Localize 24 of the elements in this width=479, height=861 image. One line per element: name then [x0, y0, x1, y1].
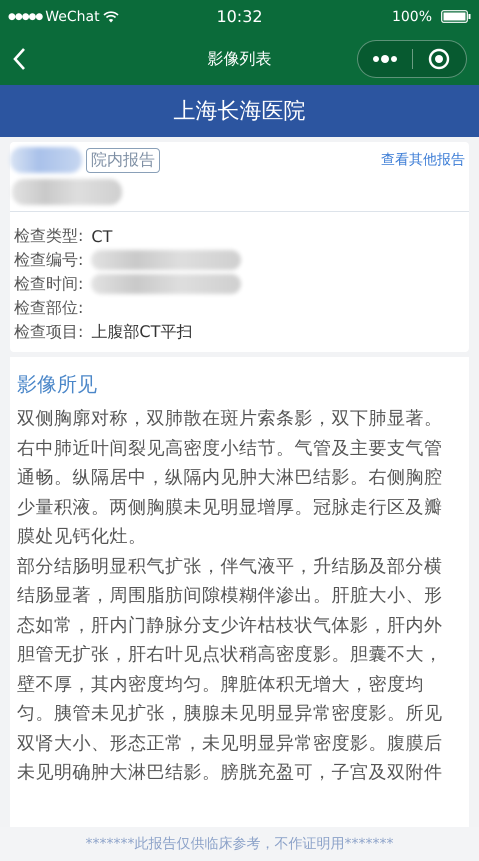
battery-icon: [441, 10, 471, 23]
report-tag: 院内报告: [86, 148, 160, 172]
wifi-icon: [102, 10, 119, 22]
signal-dots: ●●●●●: [8, 12, 42, 22]
field-value: 上腹部CT平扫: [91, 322, 192, 342]
dots-icon: [372, 54, 398, 64]
target-icon: [428, 48, 450, 70]
redacted-block: [10, 147, 82, 173]
field-label: 检查部位:: [14, 298, 84, 318]
hospital-name: 上海长海医院: [174, 98, 306, 126]
clock-time: 10:32: [216, 7, 263, 26]
field-label: 检查时间:: [14, 274, 84, 294]
section-title: 影像所见: [17, 371, 98, 398]
field-value: CT: [91, 226, 112, 246]
field-label: 检查类型:: [14, 226, 84, 246]
findings-paragraph: 部分结肠明显积气扩张，伴气液平，升结肠及部分横结肠显著，周围脂肪间隙模糊伴渗出。肝脏大小、形态如常，肝内门静脉分支少许枯枝状气体影，肝内外胆管无扩张，肝右叶见点状稍高密度影。胆囊不大，壁不厚，其内密度均匀。脾脏体积无增大，密度均匀。胰管未见扩张，胰腺未见明显异常密度影。所见双肾大小、形态正常，未见明显异常密度影。腹膜后未见明确肿大淋巴结影。膀胱充盈可，子宫及双附件: [17, 554, 444, 785]
field-label: 检查项目:: [14, 322, 84, 342]
other-reports-link[interactable]: 查看其他报告: [381, 151, 465, 169]
carrier-name: WeChat: [45, 8, 100, 24]
page-title: 影像列表: [208, 48, 272, 70]
disclaimer-text: *******此报告仅供临床参考，不作证明用*******: [86, 835, 394, 853]
battery-percent: 100%: [392, 8, 432, 24]
field-label: 检查编号:: [14, 250, 84, 270]
findings-paragraph: 双侧胸廓对称，双肺散在斑片索条影，双下肺显著。右中肺近叶间裂见高密度小结节。气管及主要支气管通畅。纵隔居中，纵隔内见肿大淋巴结影。右侧胸腔少量积液。两侧胸膜未见明显增厚。冠脉走行区及瓣膜处见钙化灶。: [17, 407, 444, 549]
